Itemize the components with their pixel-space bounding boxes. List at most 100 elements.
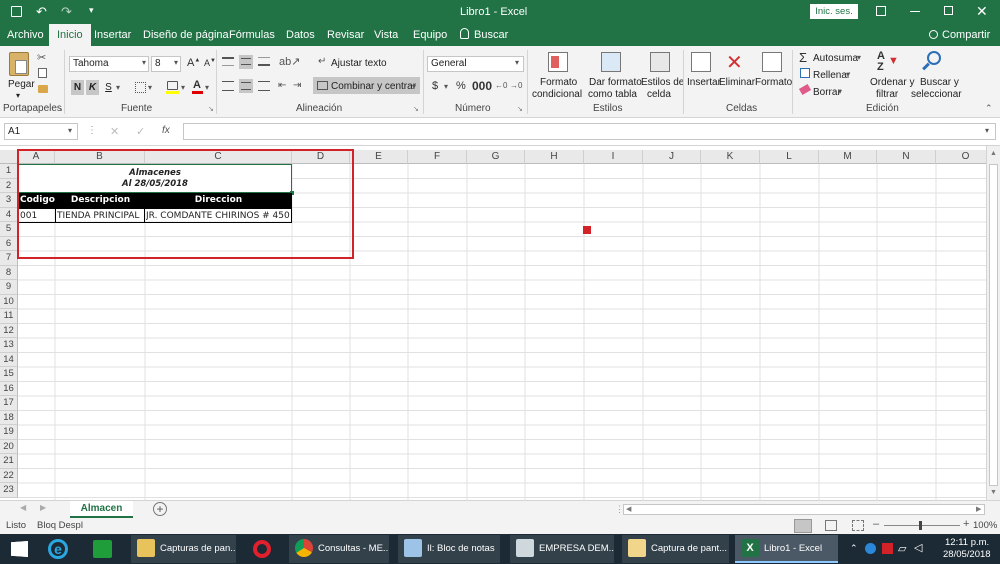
formula-input[interactable]: [183, 123, 996, 140]
row-header-23[interactable]: 23: [0, 483, 18, 498]
row-header-19[interactable]: 19: [0, 425, 18, 440]
merge-center-dropdown-icon[interactable]: ▾: [412, 82, 416, 91]
column-header-f[interactable]: F: [408, 150, 467, 164]
percent-icon[interactable]: %: [456, 80, 466, 92]
tab-insertar[interactable]: Insertar: [90, 24, 135, 46]
page-break-view-icon[interactable]: [852, 520, 864, 531]
sort-filter-label-1[interactable]: Ordenar y: [870, 77, 914, 89]
borders-icon[interactable]: [135, 82, 146, 93]
windows-start-icon[interactable]: [11, 541, 28, 557]
currency-dropdown-icon[interactable]: ▾: [444, 82, 448, 91]
decrease-indent-icon[interactable]: ⇤: [278, 80, 286, 91]
zoom-in-icon[interactable]: +: [963, 518, 969, 530]
taskbar-item-chrome[interactable]: Consultas - ME...: [289, 535, 389, 563]
tell-me-search[interactable]: Buscar: [470, 24, 512, 46]
clear-dropdown-icon[interactable]: ▾: [838, 87, 842, 96]
ribbon-display-options-icon[interactable]: [876, 6, 886, 16]
underline-button[interactable]: S: [102, 80, 115, 95]
customize-qat-icon[interactable]: ▾: [89, 5, 94, 16]
tab-diseno[interactable]: Diseño de página: [139, 24, 233, 46]
horizontal-scrollbar[interactable]: [623, 504, 985, 515]
vertical-scrollbar[interactable]: ▲ ▼: [986, 146, 1000, 500]
tab-equipo[interactable]: Equipo: [409, 24, 451, 46]
ie-icon[interactable]: e: [48, 539, 68, 559]
clock-date[interactable]: 28/05/2018: [943, 549, 991, 560]
row-header-2[interactable]: 2: [0, 178, 18, 193]
row-header-11[interactable]: 11: [0, 309, 18, 324]
restore-icon[interactable]: [944, 6, 953, 15]
taskbar-item-explorer[interactable]: Capturas de pan...: [131, 535, 236, 563]
insert-cells-button[interactable]: Insertar: [687, 77, 721, 89]
format-cells-button[interactable]: Formato: [755, 77, 792, 89]
delete-cells-icon[interactable]: ✕: [726, 50, 743, 75]
name-box-dropdown-icon[interactable]: ▾: [68, 126, 72, 135]
font-size-dropdown-icon[interactable]: ▾: [174, 58, 178, 67]
align-left-icon[interactable]: [222, 81, 234, 91]
italic-button[interactable]: K: [86, 80, 99, 95]
row-header-12[interactable]: 12: [0, 323, 18, 338]
minimize-icon[interactable]: [910, 11, 920, 12]
column-header-l[interactable]: L: [760, 150, 819, 164]
number-format-select[interactable]: General: [427, 56, 524, 72]
tab-datos[interactable]: Datos: [282, 24, 319, 46]
find-select-label-1[interactable]: Buscar y: [920, 77, 959, 89]
row-header-20[interactable]: 20: [0, 439, 18, 454]
page-layout-view-icon[interactable]: [825, 520, 837, 531]
format-cells-icon[interactable]: [762, 52, 782, 72]
row-header-16[interactable]: 16: [0, 381, 18, 396]
zoom-out-icon[interactable]: –: [873, 518, 879, 530]
currency-icon[interactable]: $: [432, 80, 438, 92]
insert-cells-icon[interactable]: [691, 52, 711, 72]
row-header-1[interactable]: 1: [0, 164, 18, 179]
tab-vista[interactable]: Vista: [370, 24, 402, 46]
column-header-n[interactable]: N: [877, 150, 936, 164]
collapse-ribbon-icon[interactable]: ⌃: [985, 103, 993, 114]
alignment-launcher-icon[interactable]: ↘: [413, 105, 419, 113]
row-header-13[interactable]: 13: [0, 338, 18, 353]
taskbar-item-notepad[interactable]: Il: Bloc de notas: [398, 535, 500, 563]
align-top-icon[interactable]: [222, 57, 234, 66]
decrease-decimal-icon[interactable]: →0: [510, 81, 522, 90]
row-header-14[interactable]: 14: [0, 352, 18, 367]
scroll-up-icon[interactable]: ▲: [990, 150, 997, 157]
copy-icon[interactable]: [38, 68, 47, 78]
column-header-j[interactable]: J: [643, 150, 701, 164]
row-header-18[interactable]: 18: [0, 410, 18, 425]
align-right-icon[interactable]: [258, 81, 270, 91]
cut-icon[interactable]: ✂: [37, 51, 46, 64]
opera-icon[interactable]: [253, 540, 271, 558]
increase-indent-icon[interactable]: ⇥: [293, 80, 301, 91]
format-table-label-1[interactable]: Dar formato: [589, 77, 642, 89]
fill-color-dropdown-icon[interactable]: ▾: [181, 83, 185, 92]
column-header-g[interactable]: G: [467, 150, 525, 164]
name-box[interactable]: A1: [4, 123, 78, 140]
increase-decimal-icon[interactable]: ←0: [495, 81, 507, 90]
underline-dropdown-icon[interactable]: ▾: [116, 83, 120, 92]
row-header-22[interactable]: 22: [0, 468, 18, 483]
next-sheet-icon[interactable]: ▶: [40, 503, 46, 512]
clear-button[interactable]: Borrar: [813, 87, 841, 99]
select-all-corner[interactable]: [0, 150, 18, 164]
row-header-7[interactable]: 7: [0, 251, 18, 266]
sort-filter-icon[interactable]: AZ: [877, 51, 885, 73]
find-select-icon[interactable]: [927, 51, 941, 65]
format-table-icon[interactable]: [601, 52, 621, 72]
worksheet-grid[interactable]: ABCDEFGHIJKLMNO 1 2 3 4 5 6 7 8 9 10 11 12 13 14 15 16 1…: [0, 146, 986, 500]
zoom-level[interactable]: 100%: [973, 520, 997, 531]
volume-icon[interactable]: ◁: [914, 541, 922, 554]
font-name-select[interactable]: Tahoma: [69, 56, 149, 72]
row-header-3[interactable]: 3: [0, 193, 18, 208]
prev-sheet-icon[interactable]: ◀: [20, 503, 26, 512]
normal-view-icon[interactable]: [794, 519, 812, 533]
row-header-9[interactable]: 9: [0, 280, 18, 295]
cell-styles-label-1[interactable]: Estilos de: [641, 77, 684, 89]
clipboard-launcher-icon[interactable]: ↘: [57, 105, 63, 113]
row-header-4[interactable]: 4: [0, 207, 18, 222]
autosum-button[interactable]: Autosuma: [813, 53, 858, 65]
scroll-right-icon[interactable]: ▶: [976, 505, 981, 513]
autosum-dropdown-icon[interactable]: ▾: [857, 53, 861, 62]
row-header-5[interactable]: 5: [0, 222, 18, 237]
zoom-slider[interactable]: [884, 525, 960, 526]
row-header-10[interactable]: 10: [0, 294, 18, 309]
paste-dropdown-icon[interactable]: ▾: [16, 90, 20, 102]
